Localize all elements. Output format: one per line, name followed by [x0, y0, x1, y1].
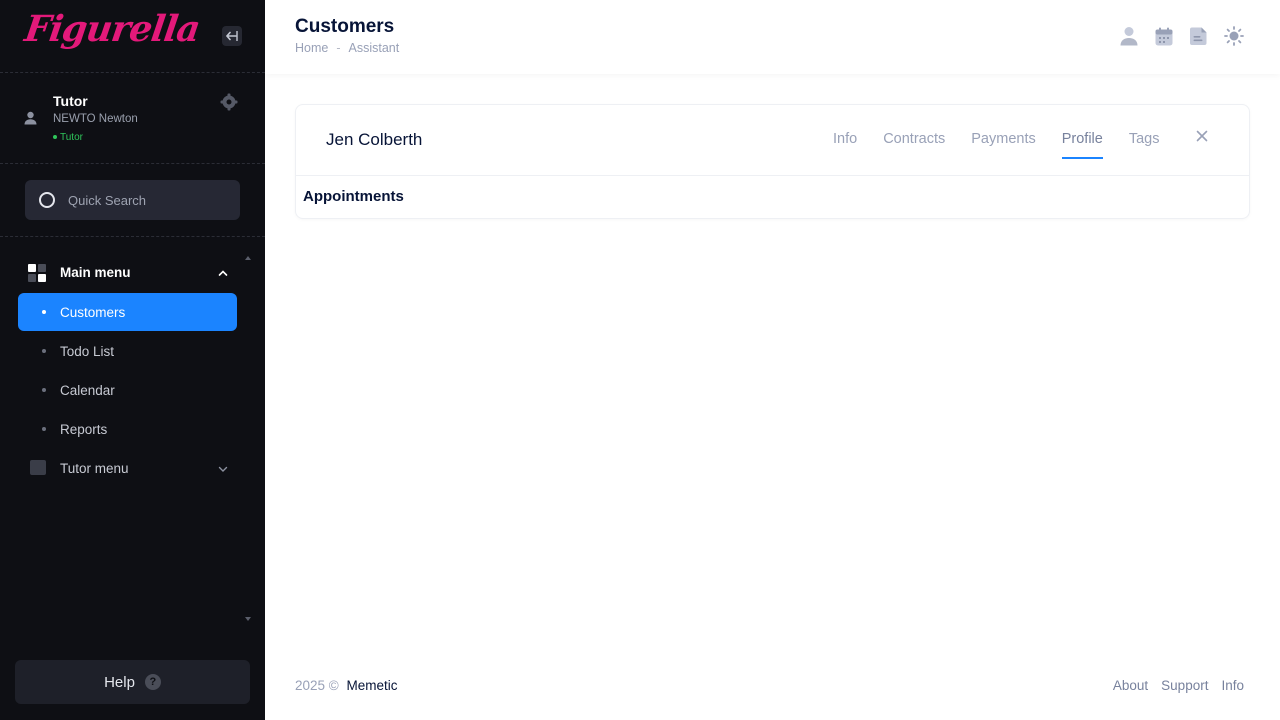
- bullet-icon: [42, 310, 46, 314]
- footer-links: About Support Info: [1113, 678, 1244, 693]
- copyright: 2025 © Memetic: [295, 678, 398, 693]
- breadcrumb: Home - Assistant: [295, 41, 399, 55]
- breadcrumb-item-home[interactable]: Home: [295, 41, 328, 55]
- search-icon: [39, 192, 55, 208]
- sidebar-collapse-button[interactable]: [222, 26, 242, 46]
- sidebar-item-todo-list[interactable]: Todo List: [18, 332, 237, 370]
- tab-profile[interactable]: Profile: [1061, 131, 1103, 159]
- profile-card-icon: [30, 460, 46, 475]
- bullet-icon: [42, 427, 46, 431]
- tab-contracts[interactable]: Contracts: [883, 131, 945, 159]
- logo-row: Figurella: [0, 0, 265, 73]
- user-organization: NEWTO Newton: [53, 113, 138, 125]
- question-icon: ?: [144, 674, 161, 690]
- sidebar-item-label: Customers: [60, 304, 126, 320]
- user-role-label: Tutor: [60, 132, 83, 143]
- sidebar-item-label: Calendar: [60, 382, 115, 398]
- customer-card: Jen Colberth Info Contracts Payments Pro…: [295, 104, 1250, 219]
- user-name: Tutor: [53, 93, 88, 109]
- header-toolbar: [1119, 25, 1244, 47]
- bullet-icon: [42, 349, 46, 353]
- status-dot-icon: [53, 135, 57, 140]
- sidebar-item-reports[interactable]: Reports: [18, 410, 237, 448]
- main-menu-toggle[interactable]: Main menu: [18, 256, 238, 288]
- user-role-badge: Tutor: [53, 132, 83, 143]
- sidebar-item-label: Reports: [60, 421, 108, 437]
- chevron-down-icon: [218, 466, 228, 472]
- appointments-section-title: Appointments: [303, 188, 404, 205]
- breadcrumb-item-assistant[interactable]: Assistant: [349, 41, 400, 55]
- page-title: Customers: [295, 16, 395, 37]
- help-label: Help: [104, 673, 135, 691]
- document-icon[interactable]: [1189, 25, 1209, 47]
- tab-payments[interactable]: Payments: [971, 131, 1035, 159]
- sidebar-divider: [0, 236, 265, 237]
- footer-link-about[interactable]: About: [1113, 678, 1148, 693]
- help-button[interactable]: Help ?: [15, 660, 250, 704]
- bullet-icon: [42, 388, 46, 392]
- tab-info[interactable]: Info: [833, 131, 857, 159]
- arrow-left-icon: [226, 31, 238, 41]
- app-logo[interactable]: Figurella: [22, 8, 202, 50]
- customer-name: Jen Colberth: [326, 130, 423, 149]
- tab-tags[interactable]: Tags: [1129, 131, 1160, 159]
- breadcrumb-separator: -: [336, 41, 341, 55]
- customer-tabs: Info Contracts Payments Profile Tags: [833, 131, 1185, 159]
- user-icon[interactable]: [1119, 25, 1139, 47]
- user-avatar-icon: [24, 111, 37, 125]
- calendar-icon[interactable]: [1154, 25, 1174, 47]
- footer-link-info[interactable]: Info: [1221, 678, 1244, 693]
- sun-icon[interactable]: [1224, 25, 1244, 47]
- card-divider: [296, 175, 1249, 176]
- dashboard-grid-icon: [28, 264, 46, 282]
- scroll-up-arrow-icon[interactable]: [245, 256, 251, 260]
- sidebar: Figurella Tutor NEWTO Newton Tutor Main …: [0, 0, 265, 720]
- sidebar-item-calendar[interactable]: Calendar: [18, 371, 237, 409]
- sidebar-item-customers[interactable]: Customers: [18, 293, 237, 331]
- page-header: Customers Home - Assistant: [265, 0, 1280, 74]
- copyright-year: 2025 ©: [295, 678, 339, 693]
- close-icon[interactable]: [1196, 130, 1208, 142]
- quick-search: [25, 180, 240, 220]
- footer-brand-link[interactable]: Memetic: [347, 678, 398, 693]
- tutor-menu-toggle[interactable]: Tutor menu: [18, 452, 238, 484]
- gear-icon[interactable]: [220, 93, 238, 111]
- scroll-down-arrow-icon[interactable]: [245, 617, 251, 621]
- main-menu-label: Main menu: [60, 264, 131, 280]
- footer-link-support[interactable]: Support: [1161, 678, 1208, 693]
- tutor-menu-label: Tutor menu: [60, 460, 129, 476]
- sidebar-item-label: Todo List: [60, 343, 115, 359]
- chevron-up-icon: [218, 270, 228, 276]
- search-input[interactable]: [68, 180, 233, 220]
